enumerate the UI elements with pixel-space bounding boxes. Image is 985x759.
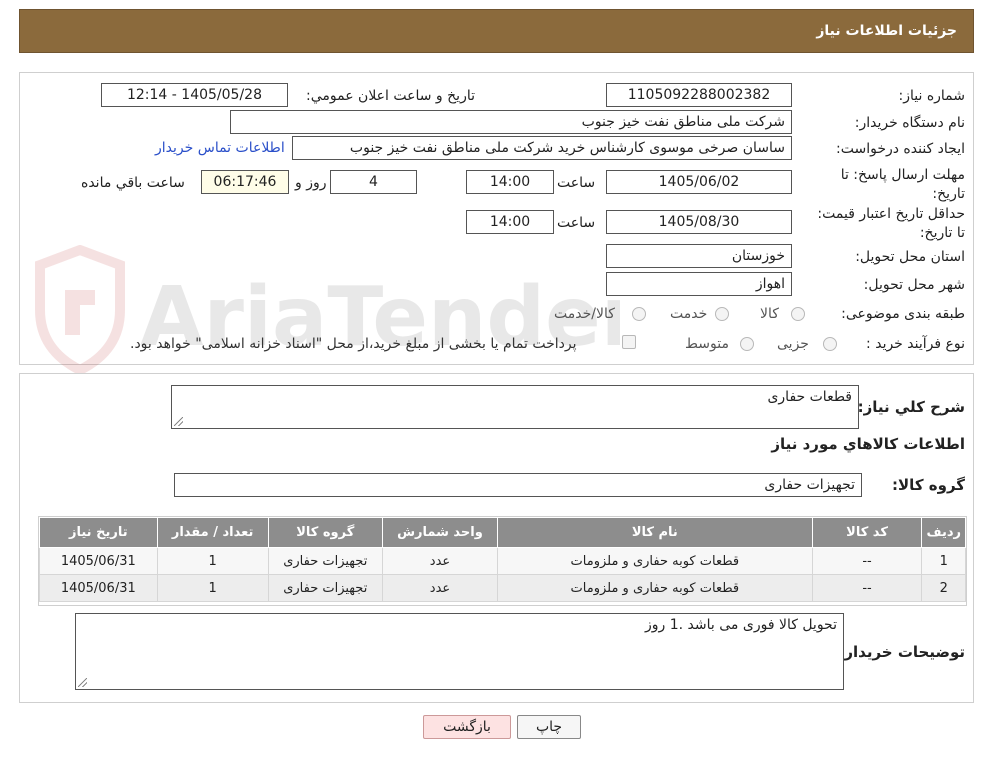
deadline-label: مهلت ارسال پاسخ: تا تاریخ:: [840, 167, 965, 202]
col-header-need-date: تاريخ نياز: [39, 517, 158, 548]
price-validity-date-field: 1405/08/30: [606, 210, 792, 234]
buyer-org-label: نام دستگاه خریدار:: [854, 115, 965, 131]
cell-need-date: 1405/06/31: [39, 574, 158, 602]
cell-quantity: 1: [156, 574, 269, 602]
cell-quantity: 1: [156, 547, 269, 575]
category-option-goods-service: کالا/خدمت: [554, 306, 615, 322]
city-field: اهواز: [606, 272, 792, 296]
buyer-notes-text: تحویل کالا فوری می باشد .1 روز: [645, 617, 837, 633]
items-table: رديف کد کالا نام کالا واحد شمارش گروه کا…: [39, 517, 966, 602]
category-option-goods: کالا: [760, 306, 779, 322]
table-row: 1 -- قطعات کوبه حفاری و ملزومات عدد تجهی…: [39, 547, 966, 575]
summary-textarea[interactable]: قطعات حفاری: [171, 385, 859, 429]
deadline-date-field: 1405/06/02: [606, 170, 792, 194]
resize-grip-icon[interactable]: [78, 678, 87, 687]
buyer-notes-label: توضیحات خریدار:: [838, 643, 965, 661]
deadline-time-label: ساعت: [557, 175, 596, 191]
cell-goods-group: تجهیزات حفاری: [267, 547, 383, 575]
col-header-goods-code: کد کالا: [811, 517, 923, 548]
process-label: نوع فرآیند خرید :: [866, 336, 965, 352]
province-field: خوزستان: [606, 244, 792, 268]
items-table-wrapper: رديف کد کالا نام کالا واحد شمارش گروه کا…: [38, 516, 967, 606]
process-option-medium: متوسط: [685, 336, 729, 352]
summary-label: شرح کلي نياز:: [857, 398, 965, 416]
buyer-contact-link[interactable]: اطلاعات تماس خریدار: [155, 140, 285, 156]
need-number-field: 1105092288002382: [606, 83, 792, 107]
category-radio-goods[interactable]: [791, 307, 805, 321]
process-radio-medium[interactable]: [740, 337, 754, 351]
back-button[interactable]: بازگشت: [423, 715, 511, 739]
cell-row-number: 1: [921, 547, 966, 575]
requester-field: ساسان صرخی موسوی کارشناس خرید شرکت ملی م…: [292, 136, 792, 160]
price-validity-time-field: 14:00: [466, 210, 554, 234]
col-header-unit: واحد شمارش: [381, 517, 499, 548]
announce-datetime-field: 1405/05/28 - 12:14: [101, 83, 288, 107]
col-header-row-number: رديف: [921, 517, 966, 548]
remaining-time-label: ساعت باقي مانده: [81, 175, 185, 191]
cell-goods-code: --: [811, 547, 923, 575]
buyer-notes-textarea[interactable]: تحویل کالا فوری می باشد .1 روز: [75, 613, 844, 690]
process-option-minor: جزیی: [777, 336, 809, 352]
col-header-goods-name: نام کالا: [497, 517, 813, 548]
page-header: جزئیات اطلاعات نیاز: [19, 9, 974, 53]
cell-unit: عدد: [381, 574, 499, 602]
goods-info-title: اطلاعات کالاهاي مورد نياز: [771, 435, 965, 453]
category-radio-goods-service[interactable]: [632, 307, 646, 321]
summary-text: قطعات حفاری: [767, 389, 852, 405]
cell-goods-group: تجهیزات حفاری: [267, 574, 383, 602]
announce-datetime-label: تاریخ و ساعت اعلان عمومي:: [306, 88, 475, 104]
cell-goods-name: قطعات کوبه حفاری و ملزومات: [497, 547, 813, 575]
remaining-time-field: 06:17:46: [201, 170, 289, 194]
cell-row-number: 2: [921, 574, 966, 602]
cell-goods-name: قطعات کوبه حفاری و ملزومات: [497, 574, 813, 602]
cell-unit: عدد: [381, 547, 499, 575]
goods-group-label: گروه کالا:: [892, 476, 965, 494]
treasury-payment-note: پرداخت تمام یا بخشی از مبلغ خرید،از محل …: [130, 336, 577, 352]
category-option-service: خدمت: [670, 306, 708, 322]
price-validity-label: حداقل تاریخ اعتبار قیمت: تا تاریخ:: [817, 206, 965, 241]
deadline-time-field: 14:00: [466, 170, 554, 194]
process-radio-minor[interactable]: [823, 337, 837, 351]
table-row: 2 -- قطعات کوبه حفاری و ملزومات عدد تجهی…: [39, 574, 966, 602]
col-header-goods-group: گروه کالا: [267, 517, 383, 548]
category-label: طبقه بندی موضوعی:: [841, 306, 965, 322]
table-header-row: رديف کد کالا نام کالا واحد شمارش گروه کا…: [39, 517, 966, 548]
city-label: شهر محل تحویل:: [863, 277, 965, 293]
requester-label: ایجاد کننده درخواست:: [836, 141, 965, 157]
deadline-days-field: 4: [330, 170, 417, 194]
deadline-days-label: روز و: [295, 175, 327, 191]
price-validity-time-label: ساعت: [557, 215, 596, 231]
resize-grip-icon[interactable]: [174, 417, 183, 426]
buyer-org-field: شرکت ملی مناطق نفت خیز جنوب: [230, 110, 792, 134]
category-radio-service[interactable]: [715, 307, 729, 321]
need-number-label: شماره نیاز:: [898, 88, 966, 104]
treasury-payment-checkbox[interactable]: [622, 335, 636, 349]
cell-need-date: 1405/06/31: [39, 547, 158, 575]
print-button[interactable]: چاپ: [517, 715, 581, 739]
col-header-quantity: تعداد / مقدار: [156, 517, 269, 548]
page-title: جزئیات اطلاعات نیاز: [816, 23, 957, 39]
cell-goods-code: --: [811, 574, 923, 602]
province-label: استان محل تحویل:: [855, 249, 965, 265]
goods-group-field: تجهیزات حفاری: [174, 473, 862, 497]
